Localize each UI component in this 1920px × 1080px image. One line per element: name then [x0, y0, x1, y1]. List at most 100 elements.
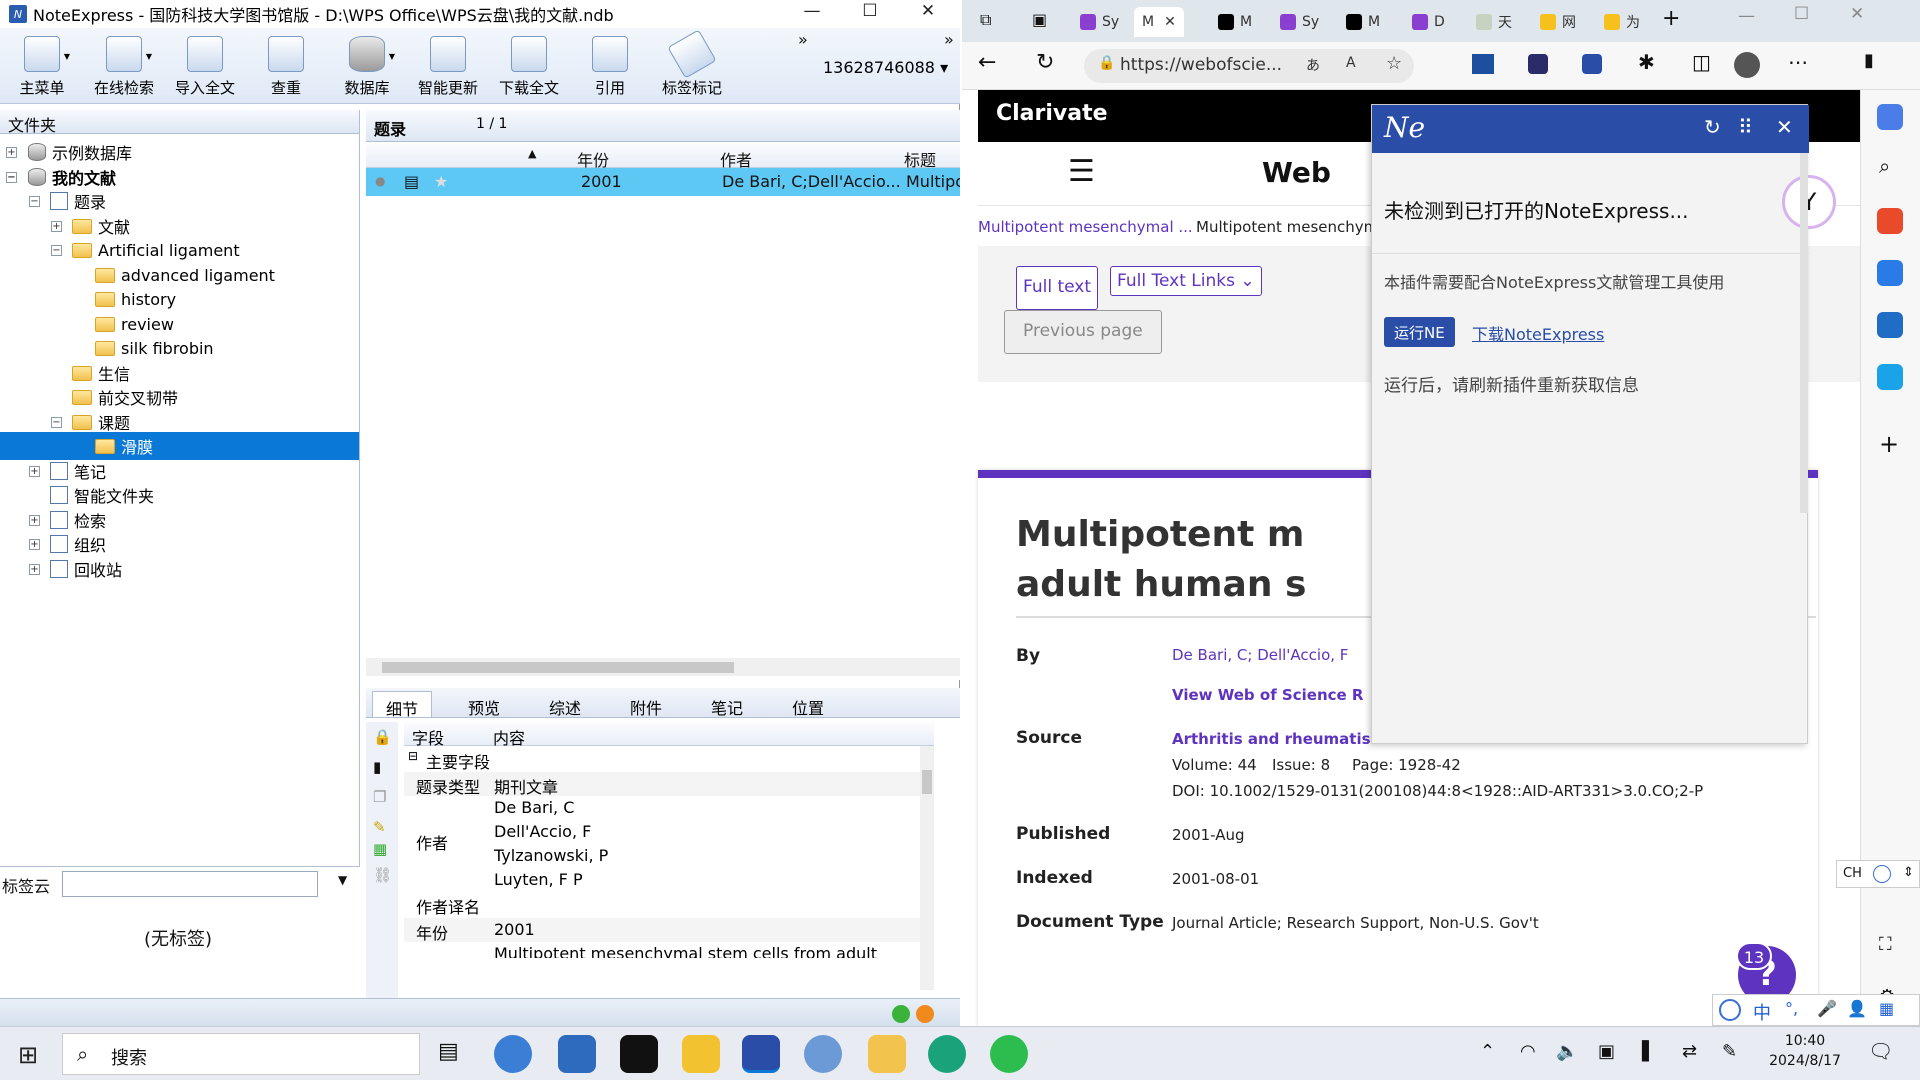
tag-dropdown-icon[interactable]: ▼: [338, 873, 347, 887]
translate-icon[interactable]: あ: [1306, 55, 1320, 75]
python-icon[interactable]: [682, 1035, 720, 1073]
link-icon[interactable]: ⛓: [373, 866, 392, 884]
browser-tab-7[interactable]: 天: [1476, 7, 1512, 37]
extension-2-icon[interactable]: [1528, 54, 1548, 74]
tree-item-synovium[interactable]: 滑膜: [0, 432, 359, 460]
send-icon[interactable]: [1877, 364, 1903, 390]
terminal-icon[interactable]: [620, 1035, 658, 1073]
grid-icon[interactable]: ▦: [373, 840, 387, 858]
edge-icon[interactable]: [928, 1035, 966, 1073]
download-fulltext-button[interactable]: 下载全文: [489, 36, 569, 98]
tab-location[interactable]: 位置: [778, 691, 838, 718]
tray-app-icon-3[interactable]: ⇄: [1682, 1041, 1697, 1062]
minimize-button[interactable]: —: [783, 0, 841, 22]
value-record-type[interactable]: 期刊文章: [494, 774, 558, 798]
scrollbar-thumb[interactable]: [382, 662, 734, 673]
apps-grid-icon[interactable]: ⠿: [1738, 115, 1753, 139]
tree-item-acl[interactable]: 前交叉韧带: [0, 383, 178, 411]
wifi-icon[interactable]: ◠: [1520, 1041, 1536, 1062]
browser-tab-6[interactable]: D: [1412, 7, 1445, 37]
new-tab-icon[interactable]: +: [1662, 6, 1680, 31]
windows-start-icon[interactable]: ⊞: [18, 1041, 38, 1069]
collapse-icon[interactable]: ⊟: [408, 749, 418, 763]
wechat-icon[interactable]: [990, 1035, 1028, 1073]
value-year[interactable]: 2001: [494, 920, 535, 939]
tree-item-records[interactable]: − 题录: [0, 187, 106, 215]
journal-link[interactable]: Arthritis and rheumatism ▾: [1172, 730, 1399, 748]
sort-arrow-icon[interactable]: ▲: [528, 147, 536, 160]
import-fulltext-button[interactable]: 导入全文: [165, 36, 245, 98]
ime-apps-icon[interactable]: ▦: [1879, 999, 1894, 1018]
tray-app-icon-2[interactable]: ▌: [1642, 1041, 1656, 1062]
toolbar-overflow-icon[interactable]: »: [798, 30, 808, 49]
breadcrumb-link[interactable]: Multipotent mesenchymal ...: [978, 218, 1193, 236]
tab-preview[interactable]: 预览: [454, 691, 514, 718]
tab-actions-icon[interactable]: ▣: [1032, 10, 1047, 29]
close-icon[interactable]: ✕: [1776, 115, 1793, 139]
search-icon[interactable]: ⌕: [1879, 154, 1890, 178]
tray-chevron-icon[interactable]: ⌃: [1480, 1041, 1495, 1062]
refresh-icon[interactable]: ↻: [1704, 115, 1721, 139]
author-links[interactable]: De Bari, C; Dell'Accio, F: [1172, 646, 1348, 664]
database-button[interactable]: ▼ 数据库: [327, 36, 407, 98]
ime-logo-icon[interactable]: [1719, 999, 1741, 1021]
workspaces-icon[interactable]: ⧉: [980, 10, 991, 30]
clock-time[interactable]: 10:40: [1770, 1033, 1840, 1049]
account-label[interactable]: 13628746088 ▾: [823, 58, 948, 77]
microphone-icon[interactable]: 🎤: [1817, 999, 1837, 1018]
tray-app-icon[interactable]: ▣: [1598, 1041, 1615, 1062]
ime-lang-indicator[interactable]: CH ⇕: [1836, 860, 1920, 888]
edit-icon[interactable]: ✎: [373, 818, 386, 836]
star-icon[interactable]: ★: [434, 172, 448, 191]
more-menu-icon[interactable]: ⋯: [1788, 50, 1808, 74]
add-sidebar-app-icon[interactable]: +: [1879, 430, 1899, 458]
book-icon[interactable]: ▮: [373, 758, 381, 776]
value-title-partial[interactable]: Multipotent mesenchymal stem cells from …: [494, 944, 877, 958]
tools-icon[interactable]: [1877, 208, 1903, 234]
value-author-3[interactable]: Tylzanowski, P: [494, 846, 608, 865]
clock-date[interactable]: 2024/8/17: [1760, 1053, 1850, 1069]
view-wos-link[interactable]: View Web of Science R: [1172, 686, 1363, 704]
favorite-star-icon[interactable]: ☆: [1386, 53, 1402, 74]
browser-tab-8[interactable]: 网: [1540, 7, 1576, 37]
browser-tab-1[interactable]: Sy: [1080, 7, 1119, 37]
main-menu-button[interactable]: ▼ 主菜单: [2, 36, 82, 98]
tab-summary[interactable]: 综述: [535, 691, 595, 718]
tag-button[interactable]: 标签标记: [652, 29, 732, 98]
dedupe-button[interactable]: 查重: [246, 36, 326, 98]
tab-details[interactable]: 细节: [372, 691, 432, 719]
split-screen-icon[interactable]: ◫: [1692, 50, 1711, 74]
profile-avatar[interactable]: [1734, 52, 1760, 78]
user-icon[interactable]: 👤: [1847, 999, 1867, 1018]
tree-item-artificial-ligament[interactable]: − Artificial ligament: [0, 236, 240, 264]
browser-tab-3[interactable]: M: [1218, 7, 1252, 37]
detail-scrollbar[interactable]: [920, 746, 934, 990]
online-search-button[interactable]: ▼ 在线检索: [84, 36, 164, 98]
back-icon[interactable]: ←: [978, 50, 996, 75]
file-explorer-icon[interactable]: [868, 1035, 906, 1073]
read-aloud-icon[interactable]: A: [1346, 55, 1356, 71]
sidebar-toggle-icon[interactable]: ▮: [1864, 50, 1874, 71]
lock-icon[interactable]: 🔒: [1098, 55, 1115, 71]
outlook-icon[interactable]: [1877, 312, 1903, 338]
tree-item-sample-db[interactable]: + 示例数据库: [0, 138, 132, 166]
pen-icon[interactable]: ✎: [1722, 1041, 1737, 1062]
app-icon-2[interactable]: [558, 1035, 596, 1073]
copilot-sidebar-icon[interactable]: [1877, 104, 1903, 130]
games-icon[interactable]: [1877, 260, 1903, 286]
browser-tab-5[interactable]: M: [1346, 7, 1380, 37]
task-view-icon[interactable]: ▤: [438, 1039, 459, 1064]
browser-tab-active[interactable]: M ✕: [1134, 7, 1184, 37]
tab-attachments[interactable]: 附件: [616, 691, 676, 718]
notification-icon[interactable]: 🗨: [1868, 1039, 1893, 1063]
clarivate-logo[interactable]: Clarivate: [996, 101, 1108, 126]
noteexpress-taskbar-icon[interactable]: [742, 1035, 780, 1073]
noteexpress-extension-icon[interactable]: [1582, 54, 1602, 74]
assistant-icon[interactable]: Y: [1782, 175, 1836, 229]
tree-item-smart-folder[interactable]: 智能文件夹: [0, 481, 154, 509]
value-author-1[interactable]: De Bari, C: [494, 798, 574, 817]
lock-icon[interactable]: 🔒: [373, 728, 392, 746]
extensions-icon[interactable]: ✱: [1638, 50, 1655, 74]
previous-page-button[interactable]: Previous page: [1004, 310, 1162, 354]
full-text-button[interactable]: Full text: [1016, 266, 1099, 310]
